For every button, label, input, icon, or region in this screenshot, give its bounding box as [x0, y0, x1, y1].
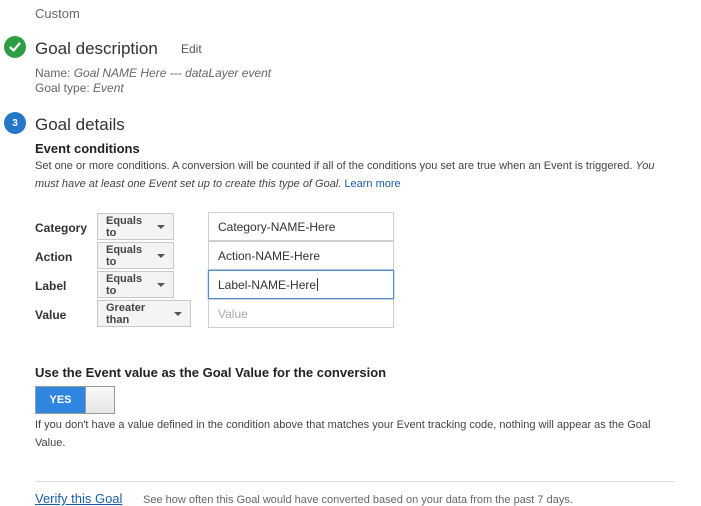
divider: [35, 481, 675, 482]
goal-setup-value: Custom: [35, 6, 80, 21]
action-operator-value: Equals to: [106, 243, 143, 268]
label-value-input[interactable]: Label-NAME-Here: [208, 270, 394, 299]
goal-type-line: Goal type: Event: [35, 81, 124, 95]
event-conditions-description: Set one or more conditions. A conversion…: [35, 157, 660, 193]
goal-value-note: If you don't have a value defined in the…: [35, 419, 651, 449]
verify-goal-description: See how often this Goal would have conve…: [143, 494, 573, 506]
use-event-value-toggle[interactable]: YES: [35, 386, 115, 414]
label-operator-dropdown[interactable]: Equals to: [97, 271, 174, 298]
action-operator-dropdown[interactable]: Equals to: [97, 242, 174, 269]
check-circle-icon: [4, 36, 26, 58]
caret-down-icon: [174, 311, 182, 316]
goal-name-line: Name: Goal NAME Here --- dataLayer event: [35, 66, 271, 80]
toggle-on-label: YES: [36, 387, 85, 413]
caret-down-icon: [157, 253, 165, 258]
value-operator-dropdown[interactable]: Greater than: [97, 300, 191, 327]
value-operator-value: Greater than: [106, 301, 146, 326]
category-label: Category: [35, 221, 88, 235]
learn-more-link[interactable]: Learn more: [344, 178, 400, 190]
category-operator-value: Equals to: [106, 214, 143, 239]
label-operator-value: Equals to: [106, 272, 143, 297]
toggle-knob: [85, 387, 114, 413]
action-value-input[interactable]: Action-NAME-Here: [208, 241, 394, 270]
category-value-text: Category-NAME-Here: [218, 219, 336, 234]
label-label: Label: [35, 279, 67, 293]
category-value-input[interactable]: Category-NAME-Here: [208, 212, 394, 241]
edit-goal-description-link[interactable]: Edit: [181, 42, 202, 56]
goal-name-label: Name:: [35, 66, 71, 80]
check-icon: [9, 42, 21, 52]
action-label: Action: [35, 250, 73, 264]
event-conditions-heading: Event conditions: [35, 141, 140, 156]
text-cursor: [317, 278, 319, 291]
goal-type-label: Goal type:: [35, 81, 90, 95]
goal-type-value: Event: [93, 81, 124, 95]
description-text: Set one or more conditions. A conversion…: [35, 160, 633, 172]
use-event-value-heading: Use the Event value as the Goal Value fo…: [35, 365, 387, 380]
caret-down-icon: [157, 224, 165, 229]
value-value-input[interactable]: Value: [208, 299, 394, 328]
category-operator-dropdown[interactable]: Equals to: [97, 213, 174, 240]
goal-name-value: Goal NAME Here --- dataLayer event: [73, 66, 272, 80]
goal-description-title: Goal description: [35, 39, 158, 58]
goal-details-title: Goal details: [35, 115, 125, 134]
verify-goal-link[interactable]: Verify this Goal: [35, 491, 122, 506]
value-placeholder-text: Value: [218, 306, 248, 321]
action-value-text: Action-NAME-Here: [218, 248, 321, 263]
label-value-text: Label-NAME-Here: [218, 277, 317, 292]
value-label: Value: [35, 308, 67, 322]
step-number-badge: 3: [4, 112, 26, 134]
caret-down-icon: [157, 282, 165, 287]
